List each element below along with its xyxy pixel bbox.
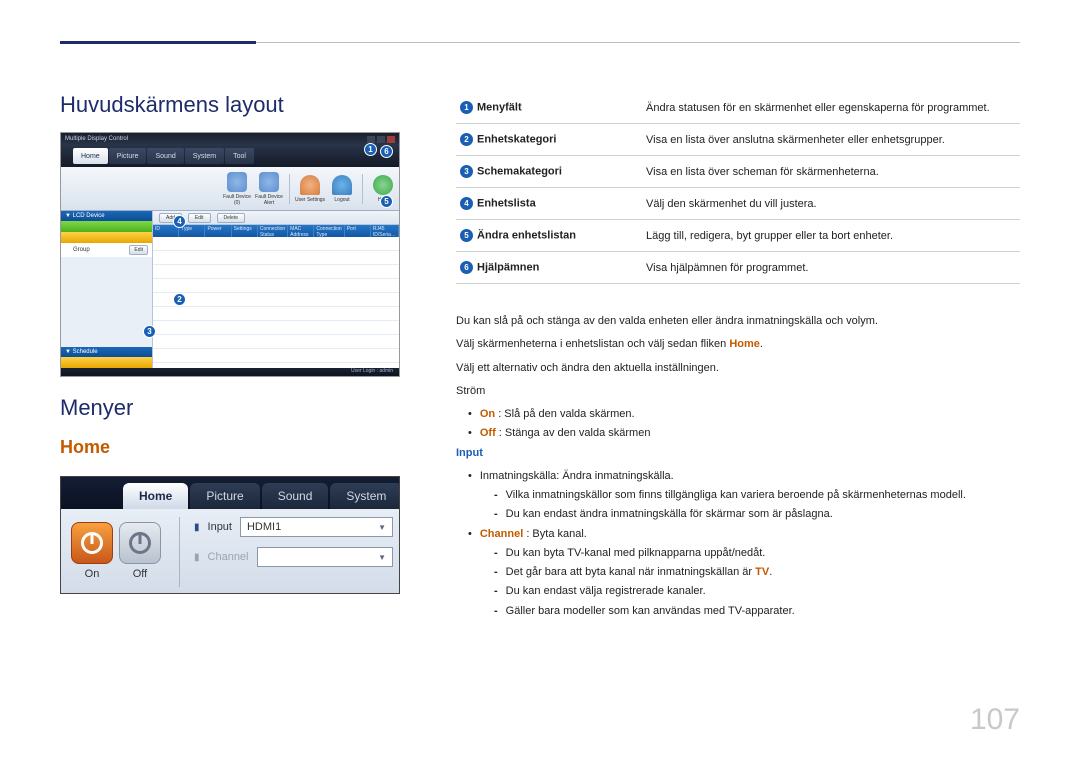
power-icon — [129, 532, 151, 554]
home-tab-home: Home — [123, 483, 188, 509]
channel-label: Channel — [208, 551, 249, 563]
chevron-down-icon: ▼ — [378, 523, 386, 532]
tool-fault-alert: Fault Device Alert — [255, 194, 283, 206]
callout-6: 6 — [380, 145, 393, 158]
mdc-main-window-screenshot: Multiple Display Control Home Picture So… — [60, 132, 400, 377]
menu-tab-picture: Picture — [109, 148, 147, 164]
callout-3: 3 — [143, 325, 156, 338]
power-icon — [81, 532, 103, 554]
tool-user-settings: User Settings — [295, 197, 325, 203]
legend-row: 2 Enhetskategori Visa en lista över anslut… — [456, 124, 1020, 156]
legend-row: 4 Enhetslista Välj den skärmenhet du vill … — [456, 188, 1020, 220]
device-grid-body — [153, 237, 399, 368]
side-group-row: Group Edit — [61, 243, 152, 257]
header-rule — [0, 0, 1080, 44]
legend-desc: Ändra statusen för en skärmenhet eller e… — [642, 92, 1020, 124]
side-schedule-head: ▼ Schedule — [61, 347, 152, 357]
legend-desc: Visa en lista över anslutna skärmenheter… — [642, 124, 1020, 156]
marker-icon: ▮ — [194, 552, 200, 563]
menu-tab-home: Home — [73, 148, 108, 164]
legend-label: Menyfält — [477, 101, 522, 113]
callout-5: 5 — [380, 195, 393, 208]
callout-bullet: 6 — [460, 261, 473, 274]
side-lcd-head: ▼ LCD Device — [61, 211, 152, 221]
device-grid-header: IDTypePowerSettingsConnection StatusMAC … — [153, 225, 399, 237]
callout-bullet: 5 — [460, 229, 473, 242]
callout-bullet: 2 — [460, 133, 473, 146]
menu-tab-system: System — [185, 148, 224, 164]
window-title: Multiple Display Control — [65, 136, 128, 142]
chevron-down-icon: ▼ — [378, 553, 386, 562]
callout-bullet: 3 — [460, 165, 473, 178]
legend-desc: Välj den skärmenhet du vill justera. — [642, 188, 1020, 220]
channel-select: ▼ — [257, 547, 394, 567]
menu-tab-tool: Tool — [225, 148, 254, 164]
menu-tab-sound: Sound — [147, 148, 183, 164]
side-edit-btn: Edit — [129, 245, 148, 255]
legend-row: 3 Schemakategori Visa en lista över schema… — [456, 156, 1020, 188]
side-all-connection — [61, 221, 152, 232]
legend-desc: Visa en lista över scheman för skärmenhe… — [642, 156, 1020, 188]
section-title-menyer: Menyer — [60, 395, 400, 421]
marker-icon: ▮ — [194, 522, 200, 533]
callout-bullet: 1 — [460, 101, 473, 114]
status-bar: User Login : admin — [61, 368, 399, 376]
input-select: HDMI1▼ — [240, 517, 393, 537]
legend-label: Schemakategori — [477, 165, 562, 177]
legend-row: 5 Ändra enhetslistan Lägg till, redigera, … — [456, 220, 1020, 252]
callout-4: 4 — [173, 215, 186, 228]
legend-label: Hjälpämnen — [477, 261, 539, 273]
home-heading: Home — [60, 437, 400, 458]
btn-edit: Edit — [188, 213, 211, 223]
input-label: Input — [208, 521, 232, 533]
body-text: Du kan slå på och stänga av den valda en… — [456, 312, 1020, 621]
power-on-label: On — [71, 568, 113, 580]
power-off-button — [119, 522, 161, 564]
window-controls — [367, 136, 395, 143]
side-all-schedule — [61, 357, 152, 368]
tool-fault-device: Fault Device (0) — [223, 194, 251, 206]
legend-label: Ändra enhetslistan — [477, 229, 576, 241]
home-tab-picture: Picture — [190, 483, 259, 509]
home-tab-sound: Sound — [262, 483, 329, 509]
legend-row: 1 Menyfält Ändra statusen för en skärmenhe… — [456, 92, 1020, 124]
legend-desc: Lägg till, redigera, byt grupper eller t… — [642, 220, 1020, 252]
callout-2: 2 — [173, 293, 186, 306]
home-panel-screenshot: Home Picture Sound System On Off — [60, 476, 400, 594]
legend-row: 6 Hjälpämnen Visa hjälpämnen för programme… — [456, 252, 1020, 284]
legend-desc: Visa hjälpämnen för programmet. — [642, 252, 1020, 284]
section-title-layout: Huvudskärmens layout — [60, 92, 400, 118]
callout-1: 1 — [364, 143, 377, 156]
home-tab-system: System — [330, 483, 400, 509]
legend-label: Enhetskategori — [477, 133, 556, 145]
side-all-device-list — [61, 232, 152, 243]
power-off-label: Off — [119, 568, 161, 580]
page-number: 107 — [970, 703, 1020, 737]
btn-delete: Delete — [217, 213, 245, 223]
legend-table: 1 Menyfält Ändra statusen för en skärmenhe… — [456, 92, 1020, 284]
callout-bullet: 4 — [460, 197, 473, 210]
power-on-button — [71, 522, 113, 564]
tool-logout: Logout — [334, 197, 349, 203]
legend-label: Enhetslista — [477, 197, 536, 209]
